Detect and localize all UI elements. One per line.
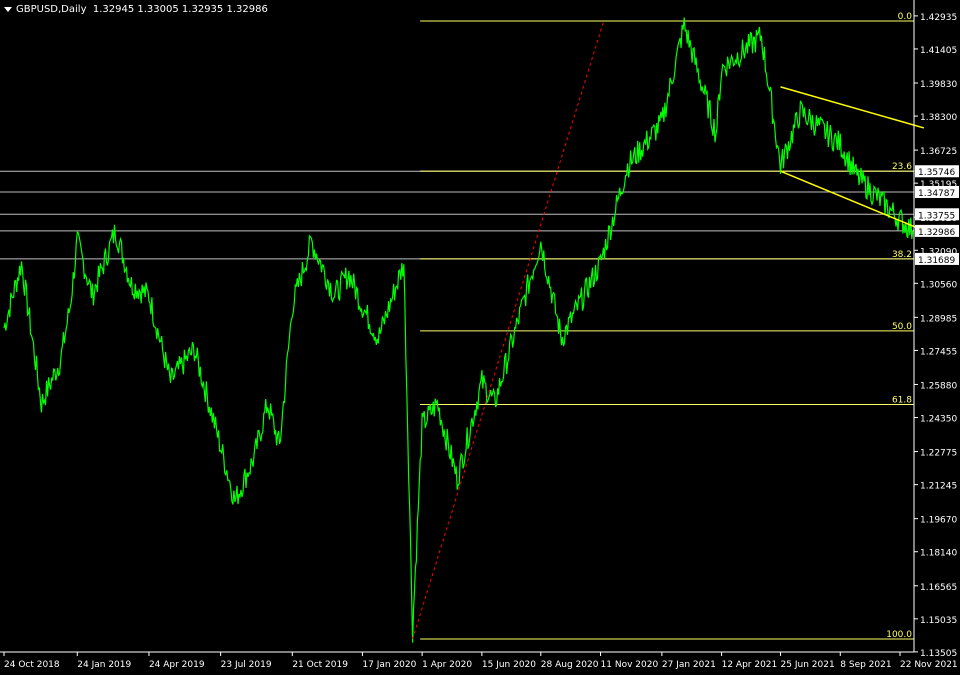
channel-line	[780, 170, 925, 232]
fib-level-label: 61.8	[892, 396, 912, 406]
price-tick-label: 1.18140	[920, 549, 957, 559]
price-tick-label: 1.16565	[920, 583, 957, 593]
price-tick-label: 1.42935	[920, 13, 957, 23]
price-tick-label: 1.21245	[920, 482, 957, 492]
drawing-objects	[412, 20, 925, 640]
time-tick-label: 15 Jun 2020	[482, 660, 536, 670]
price-tick-label: 1.30560	[920, 280, 957, 290]
time-tick-label: 1 Apr 2020	[422, 660, 472, 670]
time-tick-label: 8 Sep 2021	[840, 660, 891, 670]
time-tick-label: 23 Jul 2019	[221, 660, 272, 670]
price-tick-label: 1.27455	[920, 347, 957, 357]
price-box-label: 1.33755	[918, 211, 955, 221]
price-tick-label: 1.13505	[920, 649, 957, 659]
time-tick-label: 27 Jan 2021	[662, 660, 716, 670]
fib-level-label: 100.0	[886, 630, 912, 640]
time-tick-label: 21 Oct 2019	[292, 660, 348, 670]
fib-level-label: 38.2	[892, 250, 912, 260]
price-tick-label: 1.36725	[920, 147, 957, 157]
price-series	[3, 17, 914, 643]
price-line	[3, 17, 914, 643]
time-tick-label: 24 Jan 2019	[77, 660, 131, 670]
time-tick-label: 22 Nov 2021	[900, 660, 958, 670]
price-tick-label: 1.41405	[920, 46, 957, 56]
horizontal-lines	[0, 170, 914, 260]
price-tick-label: 1.38300	[920, 113, 957, 123]
time-tick-label: 24 Apr 2019	[149, 660, 205, 670]
price-tick-label: 1.24350	[920, 415, 957, 425]
price-tick-label: 1.28985	[920, 314, 957, 324]
price-axis: 1.429351.414051.398301.383001.367251.351…	[913, 0, 959, 659]
time-tick-label: 25 Jun 2021	[781, 660, 835, 670]
price-tick-label: 1.22775	[920, 449, 957, 459]
price-tick-label: 1.19670	[920, 516, 957, 526]
fib-level-label: 50.0	[892, 322, 912, 332]
time-tick-label: 24 Oct 2018	[4, 660, 60, 670]
fib-level-label: 0.0	[898, 12, 913, 22]
time-tick-label: 28 Aug 2020	[541, 660, 599, 670]
time-tick-label: 11 Nov 2020	[601, 660, 659, 670]
price-chart[interactable]: 0.0 23.6 38.2 50.0 61.8 100.0 1.42935 1.41405 1…	[0, 0, 960, 675]
price-box-label: 1.34787	[918, 189, 955, 199]
price-box-label: 1.32986	[918, 228, 955, 238]
price-box-label: 1.35746	[918, 168, 955, 178]
price-tick-label: 1.25880	[920, 381, 957, 391]
time-tick-label: 12 Apr 2021	[722, 660, 778, 670]
time-axis: 24 Oct 2018 24 Jan 2019 24 Apr 2019 23 Jul …	[0, 651, 958, 670]
time-tick-label: 17 Jan 2020	[362, 660, 416, 670]
fib-level-label: 23.6	[892, 162, 912, 172]
price-tick-label: 1.15035	[920, 616, 957, 626]
price-tick-label: 1.39830	[920, 80, 957, 90]
price-box-label: 1.31689	[918, 256, 955, 266]
fib-trend-line	[412, 20, 605, 640]
